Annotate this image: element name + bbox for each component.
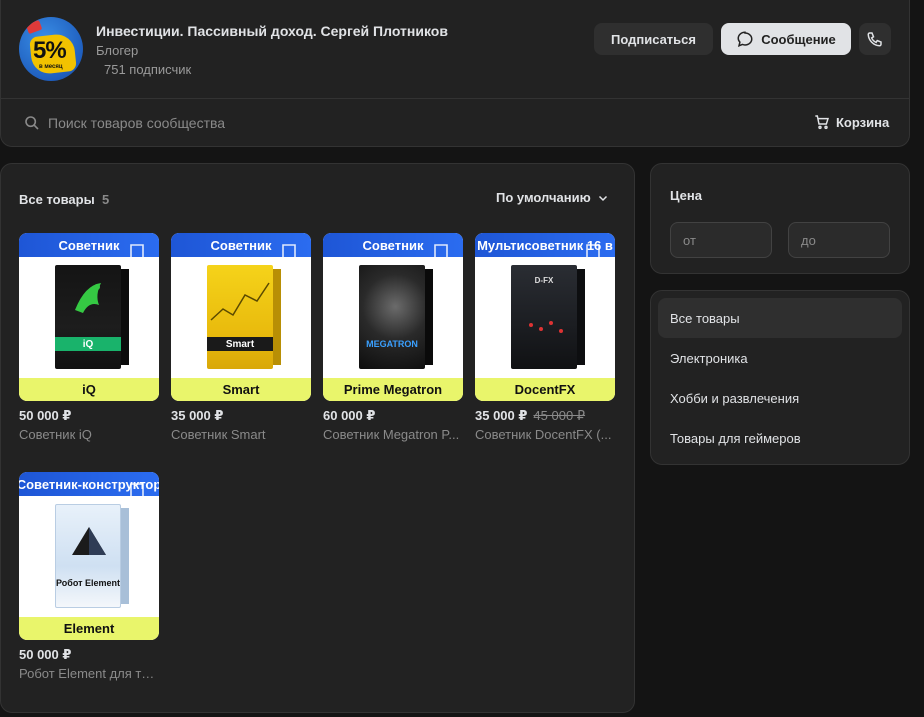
product-search-input[interactable] xyxy=(48,113,548,133)
cart-link[interactable]: Корзина xyxy=(814,114,889,130)
product-price: 35 000 ₽ xyxy=(171,408,224,423)
avatar-percent-text: 5% xyxy=(33,37,67,64)
subscribe-button-label: Подписаться xyxy=(610,31,696,47)
lizard-graphic xyxy=(75,283,101,313)
group-title[interactable]: Инвестиции. Пассивный доход. Сергей Плот… xyxy=(96,23,448,39)
product-box xyxy=(55,504,121,608)
product-caption: Element xyxy=(19,617,159,640)
product-name[interactable]: Советник iQ xyxy=(19,427,159,442)
subscribe-button[interactable]: Подписаться xyxy=(594,23,713,55)
product-price: 50 000 ₽ xyxy=(19,408,72,423)
product-image[interactable]: Советник MEGATRON Prime Megatron xyxy=(323,233,463,401)
product-box-side xyxy=(577,269,585,365)
product-card[interactable]: Советник iQ iQ 50 000 ₽ Советник iQ xyxy=(19,233,159,442)
message-bubble-icon xyxy=(737,31,753,47)
product-price: 50 000 ₽ xyxy=(19,647,72,662)
category-item-gaming[interactable]: Товары для геймеров xyxy=(658,418,902,458)
chart-graphic xyxy=(210,282,270,321)
category-item-all[interactable]: Все товары xyxy=(658,298,902,338)
product-card[interactable]: Советник-конструктор Робот Element Eleme… xyxy=(19,472,159,681)
product-name[interactable]: Робот Element для то... xyxy=(19,666,159,681)
products-count: 5 xyxy=(102,192,110,207)
price-from-input[interactable] xyxy=(670,222,772,258)
search-icon xyxy=(25,116,39,130)
message-button[interactable]: Сообщение xyxy=(721,23,851,55)
header-divider xyxy=(1,98,909,99)
price-filter: Цена xyxy=(650,163,910,274)
product-box-side xyxy=(273,269,281,365)
group-avatar[interactable]: 5% в месяц xyxy=(19,17,83,81)
product-box-side xyxy=(121,269,129,365)
product-box-label: Робот Element xyxy=(55,578,121,588)
product-old-price: 45 000 ₽ xyxy=(533,408,586,423)
product-card[interactable]: Советник MEGATRON Prime Megatron 60 000 … xyxy=(323,233,463,442)
bookmark-icon[interactable] xyxy=(279,243,299,265)
price-to-input[interactable] xyxy=(788,222,890,258)
product-box-side xyxy=(425,269,433,365)
cart-label: Корзина xyxy=(836,114,890,130)
cart-icon xyxy=(815,115,829,130)
product-card[interactable]: Советник Smart Smart 35 000 ₽ Советник S… xyxy=(171,233,311,442)
product-caption: Prime Megatron xyxy=(323,378,463,401)
avatar-ribbon xyxy=(25,19,43,35)
product-box-label: D-FX xyxy=(534,275,554,285)
group-status: Блогер xyxy=(96,43,139,58)
product-image[interactable]: Советник-конструктор Робот Element Eleme… xyxy=(19,472,159,640)
product-caption: Smart xyxy=(171,378,311,401)
product-name[interactable]: Советник Smart xyxy=(171,427,311,442)
product-caption: DocentFX xyxy=(475,378,615,401)
product-name[interactable]: Советник DocentFX (... xyxy=(475,427,615,442)
product-box xyxy=(207,265,273,369)
category-list: Все товары Электроника Хобби и развлечен… xyxy=(650,290,910,465)
category-item-electronics[interactable]: Электроника xyxy=(658,338,902,378)
product-price: 35 000 ₽45 000 ₽ xyxy=(475,408,586,423)
product-card[interactable]: Мультисоветник 16 в D-FX DocentFX 35 000… xyxy=(475,233,615,442)
products-section-title: Все товары xyxy=(19,192,95,207)
product-caption: iQ xyxy=(19,378,159,401)
group-header: 5% в месяц Инвестиции. Пассивный доход. … xyxy=(0,0,910,147)
subscriber-count[interactable]: 751 подписчик xyxy=(104,62,191,77)
product-box xyxy=(55,265,121,369)
call-button[interactable] xyxy=(859,23,891,55)
product-box-label: MEGATRON xyxy=(366,339,418,349)
product-box-side xyxy=(121,508,129,604)
product-box xyxy=(359,265,425,369)
products-panel: Все товары 5 По умолчанию Советник iQ iQ… xyxy=(0,163,635,713)
sort-dropdown[interactable]: По умолчанию xyxy=(496,190,609,205)
category-item-hobby[interactable]: Хобби и развлечения xyxy=(658,378,902,418)
message-button-label: Сообщение xyxy=(761,31,836,47)
chevron-down-icon xyxy=(598,195,607,201)
product-price: 60 000 ₽ xyxy=(323,408,376,423)
bookmark-icon[interactable] xyxy=(127,482,147,504)
phone-icon xyxy=(867,32,882,47)
product-image[interactable]: Мультисоветник 16 в D-FX DocentFX xyxy=(475,233,615,401)
bookmark-icon[interactable] xyxy=(583,243,603,265)
sort-label: По умолчанию xyxy=(496,190,591,205)
bookmark-icon[interactable] xyxy=(127,243,147,265)
product-box-label: iQ xyxy=(55,337,121,351)
product-name[interactable]: Советник Megatron P... xyxy=(323,427,463,442)
product-image[interactable]: Советник Smart Smart xyxy=(171,233,311,401)
price-filter-title: Цена xyxy=(670,188,702,203)
pyramid-graphic xyxy=(72,527,106,555)
product-image[interactable]: Советник iQ iQ xyxy=(19,233,159,401)
avatar-subtext: в месяц xyxy=(39,64,63,70)
product-box-label: Smart xyxy=(207,337,273,351)
bookmark-icon[interactable] xyxy=(431,243,451,265)
